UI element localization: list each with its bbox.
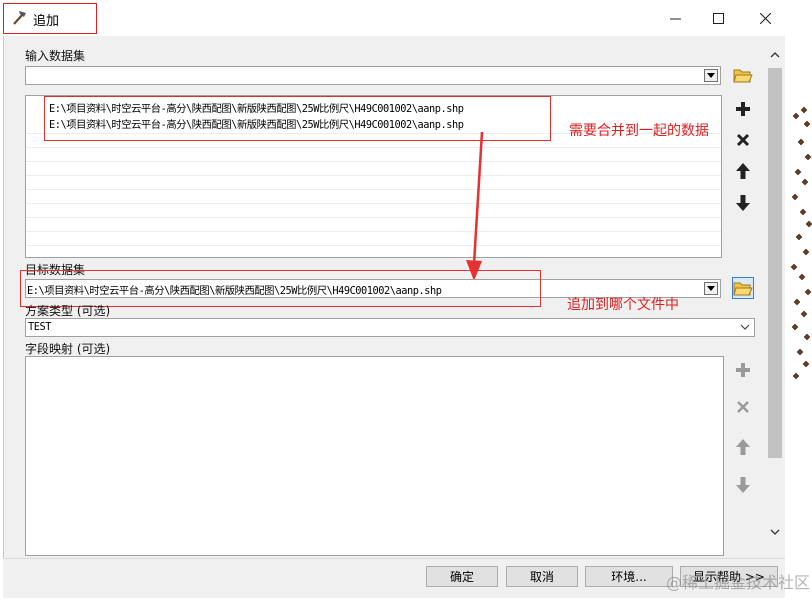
browse-target-button[interactable] [732, 277, 754, 299]
chevron-down-icon[interactable] [704, 282, 718, 295]
plus-icon [736, 102, 750, 116]
open-folder-icon [733, 69, 753, 83]
chevron-up-icon [770, 52, 780, 58]
field-map-label: 字段映射 (可选) [25, 342, 111, 356]
add-item-button[interactable] [732, 98, 754, 120]
watermark: @稀土掘金技术社区 [665, 573, 810, 592]
scroll-up-button[interactable] [766, 46, 784, 64]
input-dataset-combo[interactable] [25, 66, 721, 85]
maximize-icon [712, 12, 724, 24]
arrow-up-icon [736, 163, 750, 179]
environments-button[interactable]: 环境... [585, 566, 673, 587]
minimize-button[interactable] [652, 4, 698, 32]
scroll-thumb[interactable] [768, 68, 782, 458]
title-bar: 追加 [0, 0, 812, 36]
arrow-down-icon [736, 477, 750, 493]
delete-x-icon [736, 133, 750, 147]
chevron-down-icon [740, 324, 750, 330]
field-move-up-button[interactable] [732, 436, 754, 458]
arrow-down-icon [736, 195, 750, 211]
move-down-button[interactable] [732, 192, 754, 214]
title-highlight-box [3, 3, 97, 34]
schema-type-value: TEST [28, 321, 51, 333]
open-folder-icon [733, 282, 753, 296]
arrow-up-icon [736, 439, 750, 455]
delete-x-icon [737, 401, 749, 413]
move-up-button[interactable] [732, 160, 754, 182]
schema-type-label: 方案类型 (可选) [25, 304, 111, 318]
plus-icon [736, 363, 750, 377]
chevron-down-icon [770, 529, 780, 535]
cancel-button[interactable]: 取消 [506, 566, 578, 587]
minimize-icon [669, 18, 681, 19]
ok-button[interactable]: 确定 [426, 566, 498, 587]
field-add-button[interactable] [732, 359, 754, 381]
field-remove-button[interactable] [732, 396, 754, 418]
schema-type-select[interactable]: TEST [25, 318, 755, 337]
field-move-down-button[interactable] [732, 474, 754, 496]
field-map-list[interactable] [25, 356, 724, 556]
map-features [790, 106, 812, 380]
maximize-button[interactable] [695, 4, 741, 32]
input-annotation: 需要合并到一起的数据 [569, 123, 709, 139]
annotation-arrow [466, 131, 484, 281]
remove-item-button[interactable] [732, 129, 754, 151]
input-dataset-label: 输入数据集 [25, 49, 86, 63]
scroll-down-button[interactable] [766, 523, 784, 541]
chevron-down-icon[interactable] [704, 69, 718, 82]
close-icon [759, 12, 771, 24]
target-annotation: 追加到哪个文件中 [567, 297, 679, 313]
close-button[interactable] [742, 4, 788, 32]
browse-input-button[interactable] [732, 64, 754, 86]
